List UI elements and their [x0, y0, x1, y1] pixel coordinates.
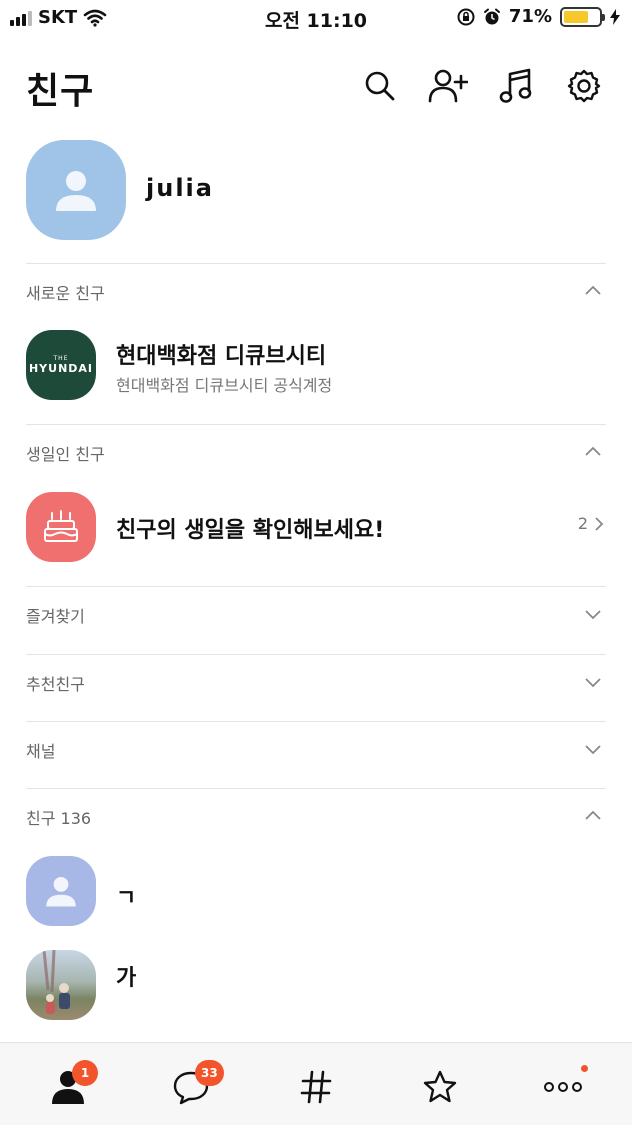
hashtag-icon	[300, 1070, 332, 1104]
logo-small-text: THE	[53, 355, 69, 362]
default-person-icon	[56, 171, 96, 211]
section-header-recommended[interactable]: 추천친구	[26, 655, 606, 711]
notification-badge: 1	[72, 1060, 98, 1086]
notification-badge: 33	[195, 1060, 224, 1086]
friend-name: 가	[116, 966, 137, 991]
section-header-favorites[interactable]: 즐겨찾기	[26, 587, 606, 643]
list-item-friend[interactable]: ㄱ	[26, 856, 606, 926]
hyundai-logo: THE HYUNDAI	[26, 330, 96, 400]
chats-tab[interactable]: 33	[169, 1060, 224, 1109]
battery-icon	[560, 6, 605, 27]
chevron-down-icon[interactable]	[584, 740, 602, 758]
birthday-count-value: 2	[577, 514, 588, 533]
friends-tab[interactable]: 1	[46, 1060, 98, 1109]
chevron-down-icon[interactable]	[584, 605, 602, 623]
section-label: 추천친구	[26, 675, 85, 694]
alarm-icon	[483, 8, 500, 24]
section-header-channel[interactable]: 채널	[26, 722, 606, 778]
header-actions	[360, 66, 604, 106]
section-header-new-friends[interactable]: 새로운 친구	[26, 264, 606, 320]
avatar	[26, 140, 126, 240]
section-label: 채널	[26, 742, 56, 761]
birthday-message: 친구의 생일을 확인해보세요!	[116, 518, 385, 543]
new-indicator-dot	[581, 1065, 588, 1072]
logo-big-text: HYUNDAI	[28, 362, 94, 375]
list-item-friend[interactable]: 가	[26, 950, 606, 1020]
avatar-photo	[26, 950, 96, 1020]
friend-name: ㄱ	[116, 886, 137, 911]
battery-percent: 71%	[508, 6, 552, 27]
settings-icon[interactable]	[564, 66, 604, 106]
my-profile[interactable]: julia	[26, 140, 606, 240]
chevron-up-icon[interactable]	[584, 807, 602, 825]
section-header-friends[interactable]: 친구 136	[26, 789, 606, 845]
music-icon[interactable]	[496, 66, 536, 106]
shopping-tab[interactable]	[418, 1065, 462, 1109]
add-friend-icon[interactable]	[428, 66, 468, 106]
hashtag-tab[interactable]	[294, 1065, 338, 1109]
bottom-tab-bar: 1 33	[0, 1042, 632, 1125]
section-label: 즐겨찾기	[26, 607, 85, 626]
charging-icon	[610, 8, 620, 25]
birthday-count[interactable]: 2	[578, 514, 604, 533]
cake-icon	[44, 510, 78, 542]
chevron-down-icon[interactable]	[584, 673, 602, 691]
section-label: 생일인 친구	[26, 445, 105, 464]
section-label: 새로운 친구	[26, 284, 105, 303]
birthday-thumb	[26, 492, 96, 562]
star-icon	[423, 1070, 457, 1103]
page-title: 친구	[26, 71, 95, 112]
chevron-right-icon	[595, 516, 604, 531]
avatar	[26, 856, 96, 926]
more-tab[interactable]	[541, 1065, 588, 1109]
my-profile-name: julia	[146, 174, 214, 202]
search-icon[interactable]	[360, 66, 400, 106]
chevron-up-icon[interactable]	[584, 443, 602, 461]
friend-name: 현대백화점 디큐브시티	[116, 344, 327, 369]
app-header: 친구	[0, 50, 632, 120]
list-item-birthday[interactable]: 친구의 생일을 확인해보세요! 2	[26, 492, 606, 562]
list-item-hyundai[interactable]: THE HYUNDAI 현대백화점 디큐브시티 현대백화점 디큐브시티 공식계정	[26, 330, 606, 400]
chevron-up-icon[interactable]	[584, 282, 602, 300]
section-header-birthday[interactable]: 생일인 친구	[26, 425, 606, 481]
status-bar: SKT 오전 11:10 71%	[0, 0, 632, 36]
section-label: 친구 136	[26, 809, 92, 828]
orientation-lock-icon	[457, 8, 475, 25]
status-right: 71%	[457, 6, 620, 27]
photo-people-image	[42, 950, 70, 1014]
default-person-icon	[46, 876, 76, 907]
friend-status-message: 현대백화점 디큐브시티 공식계정	[116, 376, 333, 395]
more-dots-icon	[544, 1082, 582, 1092]
